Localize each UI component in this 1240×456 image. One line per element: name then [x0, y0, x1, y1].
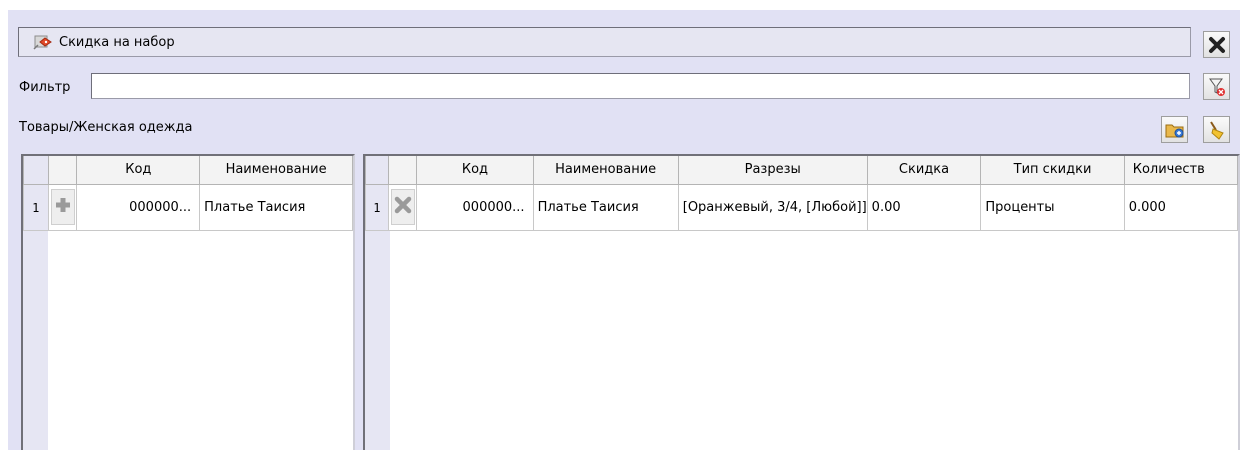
cell-cuts[interactable]: [Оранжевый, 3/4, [Любой]] — [677, 183, 868, 231]
table-row[interactable]: 1 000000... Платье Таисия [Оранжевый, 3/… — [365, 183, 1238, 231]
available-items-table: Код Наименование 1 000000... Платье Таис… — [23, 156, 353, 231]
column-header-discount[interactable]: Скидка — [866, 156, 982, 185]
clear-filter-button[interactable] — [1203, 73, 1230, 100]
remove-item-button[interactable] — [390, 189, 415, 225]
remove-x-icon — [394, 196, 412, 218]
cell-code[interactable]: 000000... — [416, 183, 534, 231]
cell-discount-type[interactable]: Проценты — [980, 183, 1125, 231]
close-button[interactable] — [1203, 31, 1230, 58]
broom-clear-button[interactable] — [1203, 116, 1230, 143]
set-items-grid: Код Наименование Разрезы Скидка Тип скид… — [363, 154, 1240, 450]
cell-discount[interactable]: 0.00 — [866, 183, 982, 231]
cell-name[interactable]: Платье Таисия — [199, 183, 353, 231]
panel-title: Скидка на набор — [59, 34, 175, 50]
column-header-name[interactable]: Наименование — [199, 156, 353, 185]
add-item-button[interactable] — [50, 189, 75, 225]
title-bar: Скидка на набор — [18, 27, 1191, 57]
cell-quantity[interactable]: 0.000 — [1123, 183, 1238, 231]
column-header-quantity[interactable]: Количеств — [1123, 156, 1238, 185]
close-x-icon — [1208, 36, 1226, 54]
row-number: 1 — [365, 183, 389, 231]
column-header-code[interactable]: Код — [76, 156, 201, 185]
filter-label: Фильтр — [19, 80, 71, 95]
column-header-cuts[interactable]: Разрезы — [677, 156, 868, 185]
column-header-name[interactable]: Наименование — [532, 156, 679, 185]
action-column-header — [47, 156, 78, 185]
table-row[interactable]: 1 000000... Платье Таисия — [23, 183, 353, 231]
add-folder-button[interactable] — [1161, 116, 1188, 143]
cell-name[interactable]: Платье Таисия — [532, 183, 679, 231]
row-number-header — [23, 156, 49, 185]
broom-clear-icon — [1207, 120, 1227, 140]
set-items-table: Код Наименование Разрезы Скидка Тип скид… — [365, 156, 1238, 231]
filter-input[interactable] — [91, 73, 1190, 99]
column-header-discount-type[interactable]: Тип скидки — [980, 156, 1125, 185]
clear-filter-icon — [1208, 77, 1226, 97]
column-header-code[interactable]: Код — [416, 156, 534, 185]
add-folder-icon — [1165, 121, 1185, 139]
available-items-grid: Код Наименование 1 000000... Платье Таис… — [21, 154, 355, 450]
category-path: Товары/Женская одежда — [19, 120, 193, 135]
discount-tag-icon — [33, 33, 53, 51]
cell-code[interactable]: 000000... — [76, 183, 201, 231]
row-number: 1 — [23, 183, 49, 231]
row-number-header — [365, 156, 389, 185]
plus-icon — [54, 196, 72, 218]
action-column-header — [387, 156, 418, 185]
